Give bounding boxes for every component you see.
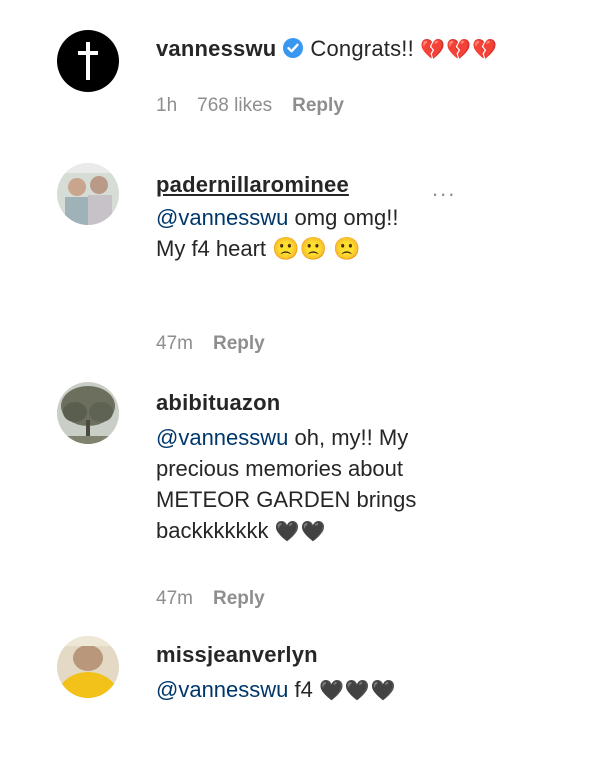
- comment-text: @vannesswu oh, my!! My precious memories…: [156, 425, 417, 543]
- black-heart-emoji: 🖤🖤: [274, 521, 327, 543]
- avatar-photo-icon: [57, 636, 119, 698]
- reply-button[interactable]: Reply: [213, 333, 265, 354]
- comment-time[interactable]: 47m: [156, 333, 193, 354]
- verified-badge-icon: [282, 37, 304, 65]
- comment-text: @vannesswu f4 🖤🖤🖤: [156, 677, 397, 702]
- avatar[interactable]: [57, 163, 119, 225]
- more-options-icon[interactable]: ...: [432, 176, 456, 202]
- mention-link[interactable]: @vannesswu: [156, 425, 288, 450]
- comment-text: @vannesswu omg omg!! My f4 heart 🙁🙁 🙁: [156, 205, 399, 261]
- comment-username[interactable]: missjeanverlyn: [156, 642, 318, 668]
- comment-meta: 1h 768 likes Reply: [156, 95, 364, 117]
- avatar-photo-icon: [57, 382, 119, 444]
- comment-text: Congrats!!: [310, 36, 421, 61]
- comment-time[interactable]: 1h: [156, 95, 177, 116]
- mention-link[interactable]: @vannesswu: [156, 205, 288, 230]
- broken-heart-emoji: 💔💔💔: [420, 39, 498, 61]
- comment: abibituazon @vannesswu oh, my!! My preci…: [0, 370, 600, 630]
- comment-username[interactable]: vannesswu Congrats!! 💔💔💔: [156, 36, 498, 65]
- comment: vannesswu Congrats!! 💔💔💔 1h 768 likes Reply: [0, 0, 600, 140]
- cross-icon: [78, 42, 98, 80]
- reply-button[interactable]: Reply: [292, 95, 344, 116]
- reply-button[interactable]: Reply: [213, 588, 265, 609]
- avatar-photo-icon: [57, 163, 119, 225]
- comment: padernillarominee ... @vannesswu omg omg…: [0, 140, 600, 370]
- black-heart-emoji: 🖤🖤🖤: [318, 680, 397, 702]
- comment-meta: 47m Reply: [156, 333, 285, 355]
- avatar[interactable]: [57, 30, 119, 92]
- mention-link[interactable]: @vannesswu: [156, 677, 288, 702]
- comment: missjeanverlyn @vannesswu f4 🖤🖤🖤: [0, 630, 600, 778]
- sad-face-emoji: 🙁🙁 🙁: [272, 236, 361, 261]
- comment-likes[interactable]: 768 likes: [197, 95, 272, 116]
- avatar[interactable]: [57, 382, 119, 444]
- comment-meta: 47m Reply: [156, 588, 285, 610]
- comment-username[interactable]: abibituazon: [156, 390, 280, 416]
- avatar[interactable]: [57, 636, 119, 698]
- comment-time[interactable]: 47m: [156, 588, 193, 609]
- comment-username[interactable]: padernillarominee: [156, 172, 349, 198]
